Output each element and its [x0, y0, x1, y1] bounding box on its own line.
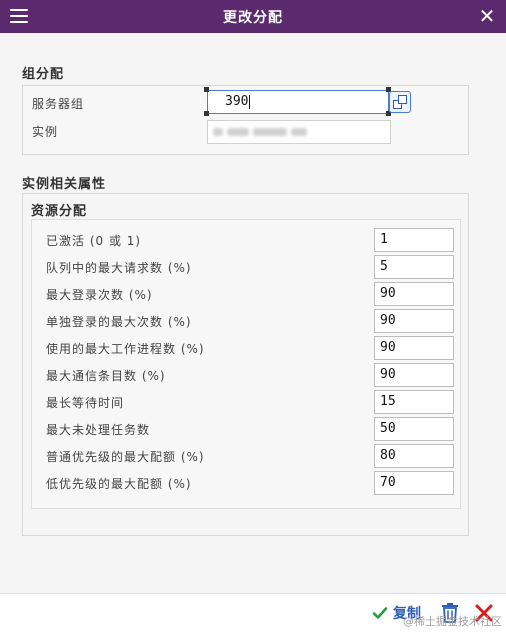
- dialog-content: 组分配 服务器组 390 实例 实例相关属性 资源分配 已激活 (0 或 1) …: [0, 33, 506, 593]
- hamburger-menu-icon[interactable]: [8, 6, 30, 26]
- group-assignment-box: 服务器组 390 实例: [22, 85, 469, 155]
- max-unprocessed-tasks-input[interactable]: 50: [374, 417, 454, 441]
- window-title: 更改分配: [223, 9, 283, 26]
- max-work-processes-label: 使用的最大工作进程数 (%): [46, 342, 205, 356]
- max-queue-requests-input[interactable]: 5: [374, 255, 454, 279]
- resource-allocation-heading: 资源分配: [31, 204, 88, 219]
- max-wait-time-input[interactable]: 15: [374, 390, 454, 414]
- dialog-footer: 复制 @稀土掘金技术社区: [0, 593, 506, 632]
- max-logins-input[interactable]: 90: [374, 282, 454, 306]
- instance-properties-heading: 实例相关属性: [22, 177, 107, 192]
- max-wait-time-label: 最长等待时间: [46, 396, 125, 410]
- max-single-logins-label: 单独登录的最大次数 (%): [46, 315, 192, 329]
- title-bar: 更改分配 ✕: [0, 0, 506, 33]
- max-single-logins-input[interactable]: 90: [374, 309, 454, 333]
- server-group-label: 服务器组: [32, 97, 85, 111]
- max-work-processes-input[interactable]: 90: [374, 336, 454, 360]
- max-comm-entries-input[interactable]: 90: [374, 363, 454, 387]
- value-help-icon[interactable]: [389, 91, 411, 113]
- max-logins-label: 最大登录次数 (%): [46, 288, 153, 302]
- selection-handle: [204, 111, 209, 116]
- normal-priority-quota-label: 普通优先级的最大配额 (%): [46, 450, 205, 464]
- instance-properties-box: 资源分配 已激活 (0 或 1) 1 队列中的最大请求数 (%) 5 最大登录次…: [22, 193, 469, 536]
- server-group-input[interactable]: 390: [207, 90, 389, 114]
- redacted-value: [253, 127, 287, 136]
- low-priority-quota-input[interactable]: 70: [374, 471, 454, 495]
- max-unprocessed-tasks-label: 最大未处理任务数: [46, 423, 151, 437]
- instance-label: 实例: [32, 125, 59, 139]
- server-group-value: 390: [225, 94, 249, 109]
- activated-input[interactable]: 1: [374, 228, 454, 252]
- instance-input[interactable]: [207, 120, 391, 144]
- normal-priority-quota-input[interactable]: 80: [374, 444, 454, 468]
- redacted-value: [227, 127, 249, 136]
- max-queue-requests-label: 队列中的最大请求数 (%): [46, 261, 192, 275]
- close-icon[interactable]: ✕: [476, 5, 498, 27]
- redacted-value: [213, 127, 223, 136]
- low-priority-quota-label: 低优先级的最大配额 (%): [46, 477, 192, 491]
- max-comm-entries-label: 最大通信条目数 (%): [46, 369, 166, 383]
- text-caret: [249, 94, 251, 109]
- group-assignment-heading: 组分配: [22, 67, 65, 82]
- checkmark-icon: [372, 607, 388, 619]
- activated-label: 已激活 (0 或 1): [46, 234, 142, 248]
- redacted-value: [291, 127, 307, 136]
- selection-handle: [204, 87, 209, 92]
- watermark: @稀土掘金技术社区: [403, 615, 502, 628]
- resource-allocation-box: 已激活 (0 或 1) 1 队列中的最大请求数 (%) 5 最大登录次数 (%)…: [31, 219, 461, 509]
